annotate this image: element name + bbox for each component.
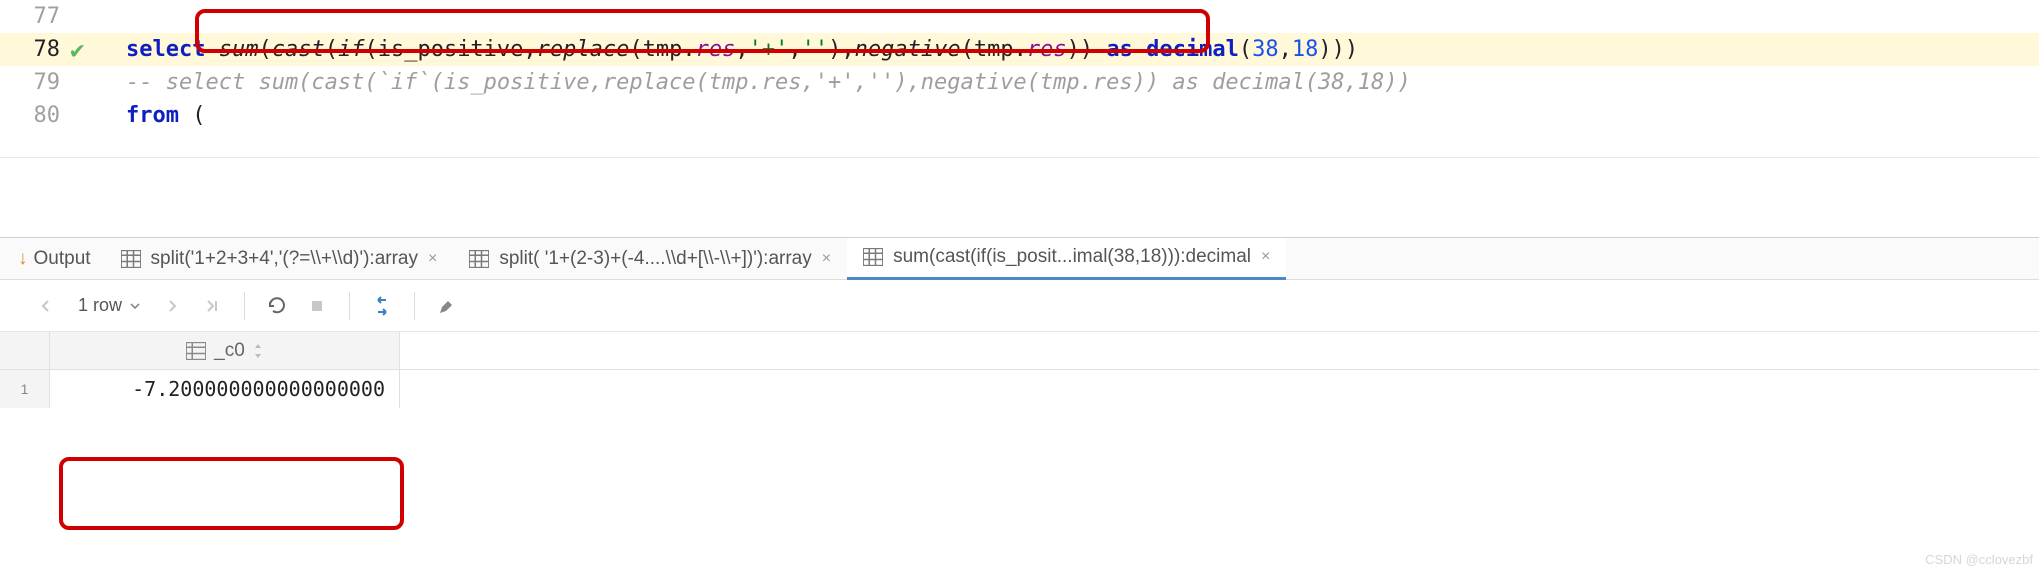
code-content[interactable]: select sum(cast(if(is_positive,replace(t… bbox=[124, 37, 2039, 62]
next-page-button[interactable] bbox=[156, 290, 188, 322]
gutter-icon-slot: ✔ bbox=[70, 36, 106, 64]
row-count-label[interactable]: 1 row bbox=[70, 295, 148, 316]
line-number: 77 bbox=[0, 4, 70, 29]
result-tab[interactable]: split('1+2+3+4','(?=\\+\\d)'):array × bbox=[105, 238, 454, 280]
output-panel: ↓ Output split('1+2+3+4','(?=\\+\\d)'):a… bbox=[0, 237, 2039, 408]
output-label-text: Output bbox=[34, 248, 91, 270]
chevron-down-icon bbox=[130, 301, 140, 311]
column-header[interactable]: _c0 bbox=[50, 332, 400, 369]
result-grid[interactable]: _c0 1 -7.200000000000000000 bbox=[0, 332, 2039, 408]
editor-line[interactable]: 77 bbox=[0, 0, 2039, 33]
result-toolbar: 1 row bbox=[0, 280, 2039, 332]
code-content[interactable]: from ( bbox=[124, 103, 2039, 128]
table-icon bbox=[121, 250, 141, 268]
prev-page-button[interactable] bbox=[30, 290, 62, 322]
editor-line[interactable]: 80 from ( bbox=[0, 99, 2039, 132]
refresh-button[interactable] bbox=[261, 290, 293, 322]
toolbar-separator bbox=[349, 292, 350, 320]
table-icon bbox=[469, 250, 489, 268]
tab-label: split('1+2+3+4','(?=\\+\\d)'):array bbox=[151, 248, 418, 270]
result-tab[interactable]: sum(cast(if(is_posit...imal(38,18))):dec… bbox=[847, 238, 1286, 280]
tab-label: split( '1+(2-3)+(-4....\\d+[\\-\\+])'):a… bbox=[499, 248, 811, 270]
grid-header-row: _c0 bbox=[0, 332, 2039, 370]
toolbar-separator bbox=[414, 292, 415, 320]
last-page-button[interactable] bbox=[196, 290, 228, 322]
line-number: 79 bbox=[0, 70, 70, 95]
editor-line[interactable]: 78 ✔ select sum(cast(if(is_positive,repl… bbox=[0, 33, 2039, 66]
editor-blank-area bbox=[0, 157, 2039, 237]
stop-button[interactable] bbox=[301, 290, 333, 322]
table-row[interactable]: 1 -7.200000000000000000 bbox=[0, 370, 2039, 408]
line-number: 78 bbox=[0, 37, 70, 62]
code-editor[interactable]: 77 78 ✔ select sum(cast(if(is_positive,r… bbox=[0, 0, 2039, 132]
column-name: _c0 bbox=[214, 340, 245, 362]
result-tab[interactable]: split( '1+(2-3)+(-4....\\d+[\\-\\+])'):a… bbox=[453, 238, 847, 280]
pin-button[interactable] bbox=[431, 290, 463, 322]
transpose-button[interactable] bbox=[366, 290, 398, 322]
table-icon bbox=[186, 342, 206, 360]
toolbar-separator bbox=[244, 292, 245, 320]
tab-label: sum(cast(if(is_posit...imal(38,18))):dec… bbox=[893, 246, 1251, 268]
check-icon: ✔ bbox=[70, 36, 84, 64]
close-icon[interactable]: × bbox=[822, 250, 831, 268]
row-number-header bbox=[0, 332, 50, 369]
output-arrow-icon: ↓ bbox=[18, 248, 28, 270]
table-icon bbox=[863, 248, 883, 266]
editor-line[interactable]: 79 -- select sum(cast(`if`(is_positive,r… bbox=[0, 66, 2039, 99]
output-label[interactable]: ↓ Output bbox=[4, 248, 105, 270]
line-number: 80 bbox=[0, 103, 70, 128]
output-tabs: ↓ Output split('1+2+3+4','(?=\\+\\d)'):a… bbox=[0, 238, 2039, 280]
close-icon[interactable]: × bbox=[1261, 248, 1270, 266]
watermark: CSDN @cclovezbf bbox=[1925, 552, 2033, 567]
row-number: 1 bbox=[0, 370, 50, 408]
sort-icon[interactable] bbox=[253, 344, 263, 358]
close-icon[interactable]: × bbox=[428, 250, 437, 268]
code-content[interactable]: -- select sum(cast(`if`(is_positive,repl… bbox=[124, 70, 2039, 95]
highlight-annotation bbox=[59, 457, 404, 530]
cell-value[interactable]: -7.200000000000000000 bbox=[50, 370, 400, 408]
